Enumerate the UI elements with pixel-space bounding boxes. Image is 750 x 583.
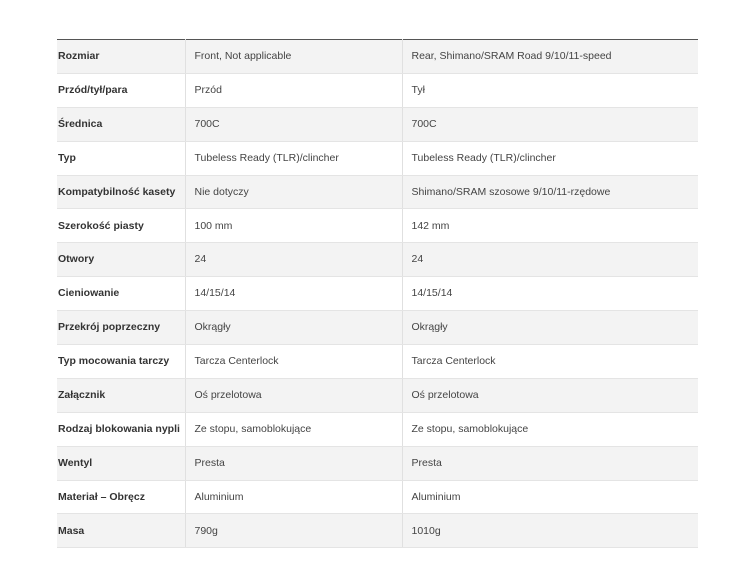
spec-row: Wentyl Presta Presta xyxy=(57,446,698,481)
spec-value-front: 700C xyxy=(184,107,402,142)
spec-value-rear: Tarcza Centerlock xyxy=(401,344,698,379)
spec-table: Rozmiar Front, Not applicable Rear, Shiman… xyxy=(57,39,698,549)
spec-label: Przód/tył/para xyxy=(57,73,185,108)
spec-label: Szerokość piasty xyxy=(57,208,185,244)
spec-value-front: Front, Not applicable xyxy=(184,39,402,74)
spec-row: Otwory 24 24 xyxy=(57,242,698,278)
spec-value-front: 24 xyxy=(184,242,402,278)
spec-value-rear: Presta xyxy=(401,446,698,481)
spec-value-front: Ze stopu, samoblokujące xyxy=(184,412,402,447)
spec-label: Rozmiar xyxy=(57,39,185,74)
spec-value-rear: 1010g xyxy=(401,513,698,549)
spec-value-front: Nie dotyczy xyxy=(184,175,402,210)
spec-value-rear: Aluminium xyxy=(401,480,698,515)
spec-row: Rozmiar Front, Not applicable Rear, Shiman… xyxy=(57,39,698,74)
spec-value-front: Tarcza Centerlock xyxy=(184,344,402,379)
spec-value-rear: Ze stopu, samoblokujące xyxy=(401,412,698,447)
spec-label: Otwory xyxy=(57,242,185,278)
spec-value-front: 14/15/14 xyxy=(184,276,402,312)
spec-value-rear: Rear, Shimano/SRAM Road 9/10/11-speed xyxy=(401,39,698,74)
spec-label: Cieniowanie xyxy=(57,276,185,312)
spec-label: Masa xyxy=(57,513,185,549)
spec-value-front: 790g xyxy=(184,513,402,549)
spec-value-rear: Shimano/SRAM szosowe 9/10/11-rzędowe xyxy=(401,175,698,210)
spec-value-front: Okrągły xyxy=(184,310,402,346)
spec-value-front: Przód xyxy=(184,73,402,108)
spec-row: Materiał – Obręcz Aluminium Aluminium xyxy=(57,480,698,515)
spec-row: Szerokość piasty 100 mm 142 mm xyxy=(57,208,698,244)
spec-label: Rodzaj blokowania nypli xyxy=(57,412,185,447)
spec-row: Rodzaj blokowania nypli Ze stopu, samoblo… xyxy=(57,412,698,447)
spec-value-front: Presta xyxy=(184,446,402,481)
spec-value-front: Aluminium xyxy=(184,480,402,515)
spec-row: Kompatybilność kasety Nie dotyczy Shimano/… xyxy=(57,175,698,210)
spec-value-rear: 14/15/14 xyxy=(401,276,698,312)
spec-label: Przekrój poprzeczny xyxy=(57,310,185,346)
spec-row: Typ Tubeless Ready (TLR)/clincher Tubeless… xyxy=(57,141,698,176)
spec-label: Wentyl xyxy=(57,446,185,481)
spec-value-rear: 142 mm xyxy=(401,208,698,244)
spec-label: Załącznik xyxy=(57,378,185,413)
spec-row: Masa 790g 1010g xyxy=(57,513,698,549)
spec-value-rear: Tubeless Ready (TLR)/clincher xyxy=(401,141,698,176)
spec-table-body: Rozmiar Front, Not applicable Rear, Shiman… xyxy=(57,39,698,549)
spec-row: Przód/tył/para Przód Tył xyxy=(57,73,698,108)
spec-value-rear: Okrągły xyxy=(401,310,698,346)
spec-value-rear: Oś przelotowa xyxy=(401,378,698,413)
spec-row: Załącznik Oś przelotowa Oś przelotowa xyxy=(57,378,698,413)
spec-row: Średnica 700C 700C xyxy=(57,107,698,142)
spec-row: Cieniowanie 14/15/14 14/15/14 xyxy=(57,276,698,312)
spec-label: Typ mocowania tarczy xyxy=(57,344,185,379)
spec-label: Materiał – Obręcz xyxy=(57,480,185,515)
spec-value-front: Oś przelotowa xyxy=(184,378,402,413)
spec-label: Średnica xyxy=(57,107,185,142)
spec-value-rear: 700C xyxy=(401,107,698,142)
spec-value-front: 100 mm xyxy=(184,208,402,244)
spec-value-rear: Tył xyxy=(401,73,698,108)
spec-value-front: Tubeless Ready (TLR)/clincher xyxy=(184,141,402,176)
spec-value-rear: 24 xyxy=(401,242,698,278)
spec-label: Kompatybilność kasety xyxy=(57,175,185,210)
spec-label: Typ xyxy=(57,141,185,176)
spec-row: Typ mocowania tarczy Tarcza Centerlock Tar… xyxy=(57,344,698,379)
spec-row: Przekrój poprzeczny Okrągły Okrągły xyxy=(57,310,698,346)
